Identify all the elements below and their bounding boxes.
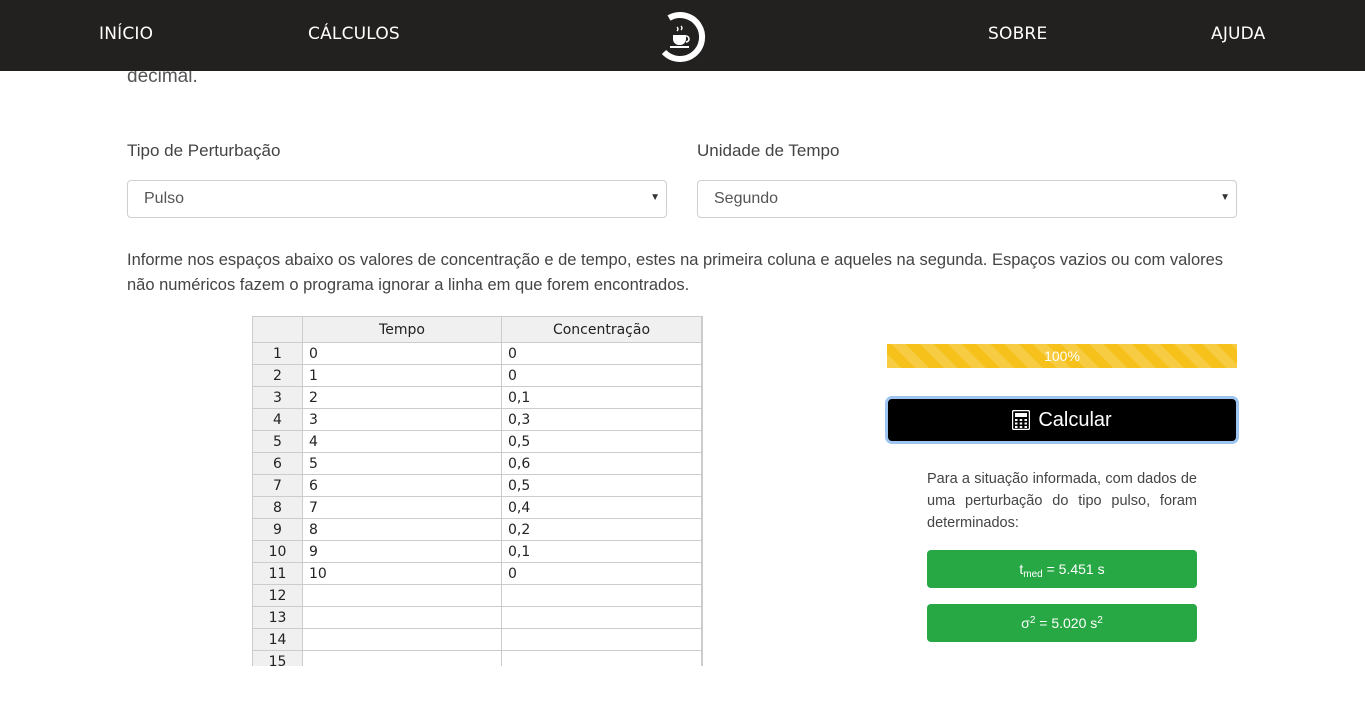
- cell-tempo[interactable]: 10: [302, 562, 502, 585]
- cell-tempo[interactable]: 3: [302, 408, 502, 431]
- result-description: Para a situação informada, com dados de …: [927, 471, 1197, 531]
- row-number[interactable]: 7: [252, 474, 303, 497]
- sigma-value: = 5.020 s: [1035, 615, 1098, 631]
- tempo-select[interactable]: Segundo ▼: [697, 180, 1237, 218]
- cell-concentracao[interactable]: 0,6: [501, 452, 702, 475]
- coffee-logo-icon[interactable]: [656, 8, 708, 64]
- table-row: 15: [252, 650, 702, 666]
- cell-tempo[interactable]: 9: [302, 540, 502, 563]
- row-number[interactable]: 12: [252, 584, 303, 607]
- cell-tempo[interactable]: 1: [302, 364, 502, 387]
- perturbacao-select-value: Pulso: [144, 190, 185, 207]
- cell-concentracao[interactable]: 0,4: [501, 496, 702, 519]
- row-number[interactable]: 11: [252, 562, 303, 585]
- navbar: INÍCIO CÁLCULOS SOBRE AJUDA: [0, 0, 1365, 71]
- nav-sobre-link[interactable]: SOBRE: [988, 24, 1047, 44]
- table-row: 5 4 0,5: [252, 430, 702, 453]
- cell-concentracao[interactable]: [501, 584, 702, 607]
- row-number[interactable]: 3: [252, 386, 303, 409]
- table-row: 9 8 0,2: [252, 518, 702, 541]
- cell-tempo[interactable]: [302, 584, 502, 607]
- table-row: 14: [252, 628, 702, 651]
- cell-concentracao[interactable]: 0: [501, 364, 702, 387]
- cell-concentracao[interactable]: 0,2: [501, 518, 702, 541]
- cell-concentracao[interactable]: 0,5: [501, 474, 702, 497]
- calculator-icon: [1012, 410, 1031, 430]
- col-header-tempo[interactable]: Tempo: [302, 316, 502, 343]
- perturbacao-label: Tipo de Perturbação: [127, 141, 281, 160]
- dropdown-arrow-icon: ▼: [650, 192, 660, 203]
- tmed-value: = 5.451 s: [1042, 561, 1105, 577]
- table-row: 4 3 0,3: [252, 408, 702, 431]
- row-number[interactable]: 6: [252, 452, 303, 475]
- cell-tempo[interactable]: [302, 628, 502, 651]
- cell-concentracao[interactable]: [501, 606, 702, 629]
- cell-tempo[interactable]: 8: [302, 518, 502, 541]
- perturbacao-select[interactable]: Pulso ▼: [127, 180, 667, 218]
- cell-tempo[interactable]: 2: [302, 386, 502, 409]
- cell-concentracao[interactable]: 0: [501, 342, 702, 365]
- table-row: 10 9 0,1: [252, 540, 702, 563]
- cell-tempo[interactable]: [302, 606, 502, 629]
- cell-concentracao[interactable]: 0,1: [501, 540, 702, 563]
- row-number[interactable]: 9: [252, 518, 303, 541]
- cell-concentracao[interactable]: 0,3: [501, 408, 702, 431]
- tempo-label: Unidade de Tempo: [697, 141, 840, 160]
- cell-tempo[interactable]: 5: [302, 452, 502, 475]
- table-row: 12: [252, 584, 702, 607]
- instructions-text: Informe nos espaços abaixo os valores de…: [127, 251, 1224, 294]
- calcular-button[interactable]: Calcular: [885, 396, 1239, 444]
- data-spreadsheet: Tempo Concentração 1 0 0 2 1 0 3 2 0,1 4 3 0,3 5 4 0,5…: [252, 316, 703, 666]
- cell-tempo[interactable]: 7: [302, 496, 502, 519]
- tmed-subscript: med: [1023, 569, 1043, 580]
- row-number[interactable]: 5: [252, 430, 303, 453]
- row-number[interactable]: 13: [252, 606, 303, 629]
- progress-bar: 100%: [887, 344, 1237, 368]
- cell-concentracao[interactable]: [501, 650, 702, 666]
- cell-concentracao[interactable]: 0,5: [501, 430, 702, 453]
- table-row: 13: [252, 606, 702, 629]
- table-row: 11 10 0: [252, 562, 702, 585]
- row-number[interactable]: 2: [252, 364, 303, 387]
- cell-concentracao[interactable]: 0,1: [501, 386, 702, 409]
- table-row: 100: [252, 342, 702, 365]
- sheet-corner[interactable]: [252, 316, 303, 343]
- row-number[interactable]: 14: [252, 628, 303, 651]
- cell-tempo[interactable]: [302, 650, 502, 666]
- table-row: 8 7 0,4: [252, 496, 702, 519]
- cell-tempo[interactable]: 0: [302, 342, 502, 365]
- nav-ajuda-link[interactable]: AJUDA: [1211, 24, 1266, 44]
- tempo-select-value: Segundo: [714, 190, 779, 207]
- table-row: 3 2 0,1: [252, 386, 702, 409]
- sigma-symbol: σ: [1021, 615, 1030, 631]
- variance-result-badge: σ2 = 5.020 s2: [927, 604, 1197, 642]
- table-row: 6 5 0,6: [252, 452, 702, 475]
- row-number[interactable]: 10: [252, 540, 303, 563]
- dropdown-arrow-icon: ▼: [1220, 192, 1230, 203]
- cell-tempo[interactable]: 4: [302, 430, 502, 453]
- cell-concentracao[interactable]: [501, 628, 702, 651]
- nav-calculos-link[interactable]: CÁLCULOS: [308, 24, 400, 44]
- tmed-result-badge: tmed = 5.451 s: [927, 550, 1197, 588]
- row-number[interactable]: 8: [252, 496, 303, 519]
- row-number[interactable]: 15: [252, 650, 303, 666]
- col-header-concentracao[interactable]: Concentração: [501, 316, 702, 343]
- cell-concentracao[interactable]: 0: [501, 562, 702, 585]
- table-row: 7 6 0,5: [252, 474, 702, 497]
- row-number[interactable]: 4: [252, 408, 303, 431]
- nav-inicio-link[interactable]: INÍCIO: [99, 24, 153, 44]
- cell-tempo[interactable]: 6: [302, 474, 502, 497]
- table-row: 210: [252, 364, 702, 387]
- sigma-unit-superscript: 2: [1097, 615, 1103, 626]
- row-number[interactable]: 1: [252, 342, 303, 365]
- calcular-button-label: Calcular: [1038, 408, 1112, 431]
